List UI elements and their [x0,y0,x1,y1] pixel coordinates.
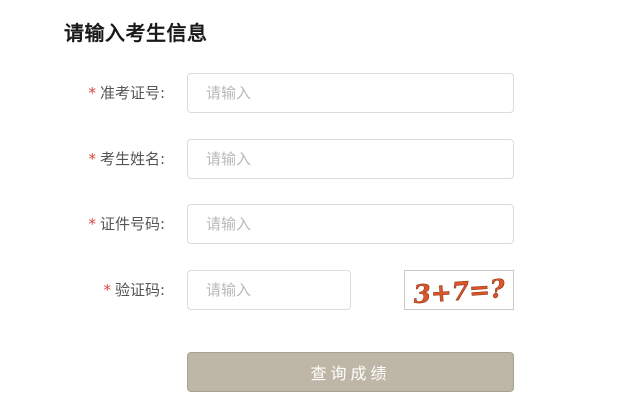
candidate-name-input[interactable] [187,139,514,179]
captcha-label: * 验证码: [103,270,165,310]
admission-number-label-text: 准考证号: [99,84,165,102]
required-mark: * [88,215,96,233]
query-score-button[interactable]: 查询成绩 [187,352,514,392]
page-title: 请输入考生信息 [64,21,208,45]
captcha-graphic: 3+7=? [412,274,506,309]
form-row-name: * 考生姓名: [0,139,635,179]
candidate-name-label-text: 考生姓名: [99,150,165,168]
admission-number-input[interactable] [187,73,514,113]
id-number-label-text: 证件号码: [99,215,165,233]
captcha-input[interactable] [187,270,351,310]
required-mark: * [88,84,96,102]
form-row-admission-number: * 准考证号: [0,73,635,113]
captcha-image[interactable]: 3+7=? [404,270,514,310]
required-mark: * [88,150,96,168]
form-row-id-number: * 证件号码: [0,204,635,244]
candidate-name-label: * 考生姓名: [88,139,165,179]
captcha-label-text: 验证码: [114,281,165,299]
admission-number-label: * 准考证号: [88,73,165,113]
id-number-input[interactable] [187,204,514,244]
form-row-captcha: *验证码: 3+7=? [0,270,635,310]
id-number-label: * 证件号码: [88,204,165,244]
captcha-text: 3+7=? [412,274,505,309]
required-mark: * [103,281,111,299]
